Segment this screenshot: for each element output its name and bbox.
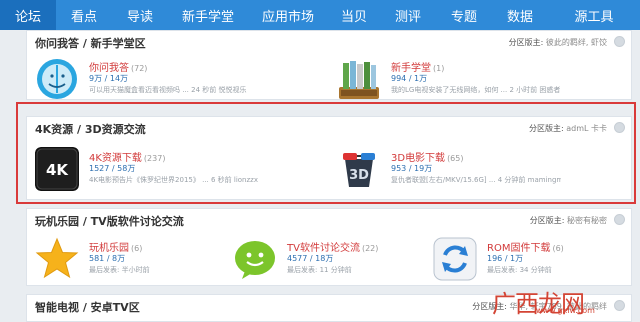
section-header: 4K资源 / 3D资源交流 分区版主: admL 卡卡 — [27, 117, 631, 139]
forum-item: 4K 4K资源下载 (237) 1527 / 58万 4K电影预告片《侏罗纪世界2… — [35, 147, 325, 199]
watermark: 广西龙网 www.gxlw.com — [462, 284, 632, 318]
svg-text:4K: 4K — [46, 161, 69, 179]
forum-name-link[interactable]: TV软件讨论交流 (22) — [287, 239, 378, 254]
section-title: 玩机乐园 / TV版软件讨论交流 — [35, 215, 184, 228]
moderator-names[interactable]: admL 卡卡 — [566, 124, 607, 133]
forum-stats: 4577 / 18万 — [287, 254, 334, 263]
forum-last-post[interactable]: 可以用天猫魔盒看迈看视频吗 ... 24 秒前 悦悦视乐 — [89, 85, 259, 95]
forum-item: 3D 3D电影下载 (65) 953 / 19万 复仇者联盟[左右/MKV/15.… — [337, 147, 627, 199]
nav-tab-data[interactable]: 数据 — [492, 0, 548, 30]
nav-tab-dangbei[interactable]: 当贝 — [328, 0, 380, 30]
moderator-names[interactable]: 彼此的羁绊, 虾饺 — [546, 38, 607, 47]
section-header: 你问我答 / 新手学堂区 分区版主: 彼此的羁绊, 虾饺 — [27, 31, 631, 53]
nav-tab-highlights[interactable]: 看点 — [56, 0, 112, 30]
3d-glasses-icon[interactable]: 3D — [337, 147, 381, 191]
forum-item: 玩机乐园 (6) 581 / 8万 最后发表: 半小时前 — [35, 237, 225, 285]
forum-stats: 196 / 1万 — [487, 254, 524, 263]
section-play-tv-software: 玩机乐园 / TV版软件讨论交流 分区版主: 秘密有秘密 玩机乐园 (6) 581… — [26, 208, 632, 286]
forum-stats: 9万 / 14万 — [89, 74, 129, 83]
android-chat-icon[interactable] — [233, 237, 277, 281]
section-moderators: 分区版主: 彼此的羁绊, 虾饺 — [508, 38, 607, 47]
moderator-names[interactable]: 秘密有秘密 — [567, 216, 607, 225]
forum-name-link[interactable]: 4K资源下载 (237) — [89, 149, 165, 164]
forum-last-post[interactable]: 复仇者联盟[左右/MKV/15.6G] ... 4 分钟前 mamingmj — [391, 175, 561, 185]
nav-tab-guide[interactable]: 导读 — [112, 0, 168, 30]
collapse-toggle[interactable] — [614, 214, 625, 225]
forum-last-post[interactable]: 最后发表: 34 分钟前 — [487, 265, 631, 275]
forum-stats: 1527 / 58万 — [89, 164, 136, 173]
forum-item: 你问我答 (72) 9万 / 14万 可以用天猫魔盒看迈看视频吗 ... 24 秒… — [35, 57, 325, 99]
star-icon[interactable] — [35, 237, 79, 281]
section-4k-3d: 4K资源 / 3D资源交流 分区版主: admL 卡卡 4K 4K资源下载 (23… — [26, 116, 632, 200]
forum-last-post[interactable]: 我的LG电视安装了无线网络，如何 ... 2 小时前 困惑者 — [391, 85, 561, 95]
top-nav: 论坛 看点 导读 新手学堂 应用市场 当贝 测评 专题 数据 源工具 — [0, 0, 640, 30]
forum-item: TV软件讨论交流 (22) 4577 / 18万 最后发表: 11 分钟前 — [233, 237, 423, 285]
forum-stats: 581 / 8万 — [89, 254, 126, 263]
nav-tab-forum[interactable]: 论坛 — [0, 0, 56, 30]
books-icon[interactable] — [337, 57, 381, 99]
forum-last-post[interactable]: 最后发表: 11 分钟前 — [287, 265, 457, 275]
section-qa: 你问我答 / 新手学堂区 分区版主: 彼此的羁绊, 虾饺 你问我答 (72) 9万… — [26, 30, 632, 100]
nav-tab-beginner[interactable]: 新手学堂 — [168, 0, 248, 30]
forum-stats: 994 / 1万 — [391, 74, 428, 83]
forum-last-post[interactable]: 4K电影预告片《侏罗纪世界2015》 ... 6 秒前 lionzzx — [89, 175, 259, 185]
section-title: 你问我答 / 新手学堂区 — [35, 37, 146, 50]
svg-text:3D: 3D — [349, 168, 369, 183]
watermark-url: www.gxlw.com — [536, 306, 595, 315]
forum-name-link[interactable]: ROM固件下载 (6) — [487, 239, 564, 254]
collapse-toggle[interactable] — [614, 122, 625, 133]
section-title: 智能电视 / 安卓TV区 — [35, 301, 140, 314]
forum-item: ROM固件下载 (6) 196 / 1万 最后发表: 34 分钟前 — [433, 237, 627, 285]
forum-name-link[interactable]: 新手学堂 (1) — [391, 59, 444, 74]
forum-name-link[interactable]: 玩机乐园 (6) — [89, 239, 142, 254]
section-header: 玩机乐园 / TV版软件讨论交流 分区版主: 秘密有秘密 — [27, 209, 631, 231]
nav-tab-tools[interactable]: 源工具 — [548, 0, 640, 30]
nav-tab-topics[interactable]: 专题 — [436, 0, 492, 30]
section-moderators: 分区版主: admL 卡卡 — [528, 124, 607, 133]
forum-stats: 953 / 19万 — [391, 164, 433, 173]
4k-badge-icon[interactable]: 4K — [35, 147, 79, 191]
section-title: 4K资源 / 3D资源交流 — [35, 123, 146, 136]
forum-name-link[interactable]: 3D电影下载 (65) — [391, 149, 463, 164]
refresh-icon[interactable] — [433, 237, 477, 281]
forum-item: 新手学堂 (1) 994 / 1万 我的LG电视安装了无线网络，如何 ... 2 … — [337, 57, 627, 99]
finder-face-icon[interactable] — [35, 57, 79, 99]
section-moderators: 分区版主: 秘密有秘密 — [529, 216, 607, 225]
nav-tab-app-market[interactable]: 应用市场 — [248, 0, 328, 30]
nav-tab-review[interactable]: 测评 — [380, 0, 436, 30]
collapse-toggle[interactable] — [614, 36, 625, 47]
forum-name-link[interactable]: 你问我答 (72) — [89, 59, 147, 74]
